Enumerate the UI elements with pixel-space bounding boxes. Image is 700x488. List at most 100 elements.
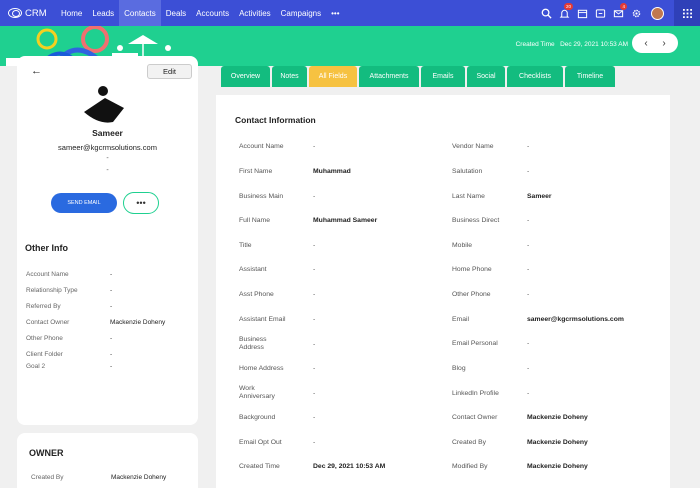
search-icon[interactable] xyxy=(537,0,555,26)
field-value[interactable]: - xyxy=(313,414,315,421)
app-grid-icon[interactable] xyxy=(674,0,700,26)
nav-leads[interactable]: Leads xyxy=(87,0,119,26)
field-value[interactable]: - xyxy=(527,291,529,298)
more-actions-button[interactable]: ••• xyxy=(123,192,159,214)
tab-checklists[interactable]: Checklists xyxy=(507,66,563,87)
other-info-value: - xyxy=(110,351,113,358)
field-label: Other Phone xyxy=(452,291,491,298)
other-info-value: - xyxy=(110,363,113,370)
owner-created-by-label: Created By xyxy=(31,474,64,481)
field-label: Home Address xyxy=(239,365,284,372)
banner-created-time: Created Time Dec 29, 2021 10:53 AM xyxy=(516,41,628,48)
field-label: Title xyxy=(239,242,252,249)
field-label: Email Opt Out xyxy=(239,439,282,446)
field-value[interactable]: Mackenzie Doheny xyxy=(527,463,588,470)
field-value[interactable]: - xyxy=(527,242,529,249)
field-value[interactable]: Mackenzie Doheny xyxy=(527,439,588,446)
field-value[interactable]: Dec 29, 2021 10:53 AM xyxy=(313,463,385,470)
field-label: Work Anniversary xyxy=(239,385,275,400)
field-label: Created By xyxy=(452,439,487,446)
nav-tools: 20 4 xyxy=(537,0,700,26)
field-value[interactable]: Muhammad Sameer xyxy=(313,217,377,224)
field-value[interactable]: Mackenzie Doheny xyxy=(527,414,588,421)
chevron-right-icon[interactable]: › xyxy=(662,38,665,49)
calendar-icon[interactable] xyxy=(573,0,591,26)
field-value[interactable]: - xyxy=(313,242,315,249)
owner-row: Created By Mackenzie Doheny xyxy=(31,474,196,481)
nav-deals[interactable]: Deals xyxy=(161,0,191,26)
contact-email[interactable]: sameer@kgcrmsolutions.com xyxy=(17,143,198,152)
field-value[interactable]: - xyxy=(527,217,529,224)
field-label: Assistant Email xyxy=(239,316,286,323)
field-label: Mobile xyxy=(452,242,473,249)
field-label: Salutation xyxy=(452,168,483,175)
user-avatar[interactable] xyxy=(651,6,664,20)
field-value[interactable]: - xyxy=(527,390,529,397)
field-label: Created Time xyxy=(239,463,280,470)
field-value[interactable]: - xyxy=(527,266,529,273)
mail-icon[interactable]: 4 xyxy=(609,0,627,26)
other-info-value: - xyxy=(110,335,113,342)
settings-gear-icon[interactable] xyxy=(627,0,645,26)
field-value[interactable]: - xyxy=(313,439,315,446)
tab-overview[interactable]: Overview xyxy=(221,66,270,87)
field-value[interactable]: Muhammad xyxy=(313,168,351,175)
section-title: Contact Information xyxy=(235,115,316,125)
contact-photo[interactable] xyxy=(77,73,133,129)
tab-all-fields[interactable]: All Fields xyxy=(309,66,357,87)
other-info-label: Account Name xyxy=(26,271,69,278)
feeds-icon[interactable] xyxy=(591,0,609,26)
tab-attachments[interactable]: Attachments xyxy=(359,66,419,87)
contact-phone: - xyxy=(106,155,109,162)
nav-home[interactable]: Home xyxy=(56,0,87,26)
nav-accounts[interactable]: Accounts xyxy=(191,0,234,26)
send-email-button[interactable]: SEND EMAIL xyxy=(51,193,117,213)
app-name: CRM xyxy=(25,7,47,19)
nav-contacts[interactable]: Contacts xyxy=(119,0,161,26)
nav-activities[interactable]: Activities xyxy=(234,0,276,26)
field-label: Blog xyxy=(452,365,466,372)
field-label: Email xyxy=(452,316,469,323)
crm-logo[interactable]: CRM xyxy=(0,8,56,19)
other-info-value: Mackenzie Doheny xyxy=(110,319,166,326)
field-value[interactable]: - xyxy=(527,365,529,372)
tab-notes[interactable]: Notes xyxy=(272,66,307,87)
field-value[interactable]: - xyxy=(313,266,315,273)
banner-created-label: Created Time xyxy=(515,41,555,48)
back-arrow-icon[interactable]: ← xyxy=(31,65,42,77)
field-label: Full Name xyxy=(239,217,270,224)
edit-button[interactable]: Edit xyxy=(147,64,192,79)
other-info-title: Other Info xyxy=(25,243,68,253)
notification-badge: 20 xyxy=(563,3,573,10)
field-label: LinkedIn Profile xyxy=(452,390,499,397)
field-value[interactable]: - xyxy=(313,390,315,397)
field-value[interactable]: - xyxy=(313,143,315,150)
field-label: Home Phone xyxy=(452,266,492,273)
other-info-label: Relationship Type xyxy=(26,287,78,294)
chevron-left-icon[interactable]: ‹ xyxy=(644,38,647,49)
owner-title: OWNER xyxy=(29,448,64,458)
notification-bell-icon[interactable]: 20 xyxy=(555,0,573,26)
field-value[interactable]: - xyxy=(313,341,315,348)
crm-logo-icon xyxy=(8,8,22,18)
nav-campaigns[interactable]: Campaigns xyxy=(276,0,326,26)
owner-created-by-value: Mackenzie Doheny xyxy=(111,474,167,481)
tab-timeline[interactable]: Timeline xyxy=(565,66,615,87)
record-pager: ‹ › xyxy=(632,33,678,53)
other-info-value: - xyxy=(110,287,113,294)
field-value[interactable]: sameer@kgcrmsolutions.com xyxy=(527,316,624,323)
nav-more[interactable]: ••• xyxy=(326,0,344,26)
field-label: Contact Owner xyxy=(452,414,498,421)
owner-card: OWNER Created By Mackenzie Doheny xyxy=(17,433,198,488)
field-label: First Name xyxy=(239,168,273,175)
field-value[interactable]: - xyxy=(527,340,529,347)
field-value[interactable]: - xyxy=(313,316,315,323)
field-value[interactable]: - xyxy=(313,291,315,298)
field-value[interactable]: - xyxy=(313,193,315,200)
field-value[interactable]: - xyxy=(527,168,529,175)
field-value[interactable]: Sameer xyxy=(527,193,552,200)
field-value[interactable]: - xyxy=(313,365,315,372)
tab-social[interactable]: Social xyxy=(467,66,505,87)
tab-emails[interactable]: Emails xyxy=(421,66,465,87)
field-value[interactable]: - xyxy=(527,143,529,150)
